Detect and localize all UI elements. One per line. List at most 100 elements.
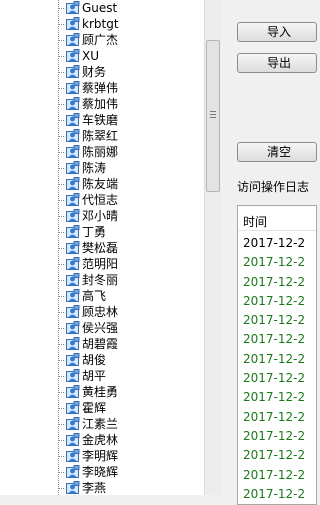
tree-item-user[interactable]: 胡俊 [0,352,204,368]
tree-item-user[interactable]: krbtgt [0,16,204,32]
tree-item-user[interactable]: 顾广杰 [0,32,204,48]
log-row[interactable]: 2017-12-2 [238,350,316,369]
tree-scrollbar[interactable] [204,0,221,495]
user-icon [66,81,80,95]
import-button-label: 导入 [266,25,291,39]
user-icon [66,369,80,383]
tree-item-user[interactable]: 侯兴强 [0,320,204,336]
log-row[interactable]: 2017-12-2 [238,408,316,427]
tree-item-user[interactable]: 高飞 [0,288,204,304]
tree-item-user[interactable]: Guest [0,0,204,16]
tree-item-user[interactable]: 胡平 [0,368,204,384]
user-icon [66,481,80,495]
log-row[interactable]: 2017-12-2 [238,466,316,485]
user-icon [66,49,80,63]
log-row[interactable]: 2017-12-2 [238,446,316,465]
tree-item-user[interactable]: 樊松磊 [0,240,204,256]
log-row[interactable]: 2017-12-2 [238,253,316,272]
tree-item-user[interactable]: 范明阳 [0,256,204,272]
log-column-header-label: 时间 [243,215,268,229]
tree-item-label: 李燕 [82,481,107,495]
tree-item-label: 江素兰 [82,417,119,431]
user-icon [66,465,80,479]
log-row[interactable]: 2017-12-2 [238,369,316,388]
import-button[interactable]: 导入 [237,22,317,42]
log-row[interactable]: 2017-12-2 [238,311,316,330]
tree-item-label: 车铁磨 [82,113,119,127]
user-icon [66,177,80,191]
tree-item-label: 代恒志 [82,193,119,207]
tree-item-user[interactable]: 蔡弹伟 [0,80,204,96]
user-icon [66,385,80,399]
user-icon [66,33,80,47]
tree-item-user[interactable]: 丁勇 [0,224,204,240]
clear-button-label: 清空 [266,145,291,159]
user-icon [66,1,80,15]
log-row[interactable]: 2017-12-2 [238,330,316,349]
tree-item-label: 顾忠林 [82,305,119,319]
tree-item-user[interactable]: 封冬丽 [0,272,204,288]
tree-line [59,456,65,457]
tree-item-label: 陈翠红 [82,129,119,143]
user-icon [66,17,80,31]
tree-item-label: 封冬丽 [82,273,119,287]
tree-item-user[interactable]: 车铁磨 [0,112,204,128]
log-row[interactable]: 2017-12-2 [238,427,316,446]
log-row[interactable]: 2017-12-2 [238,292,316,311]
tree-item-user[interactable]: 陈翠红 [0,128,204,144]
log-row[interactable]: 2017-12-2 [238,388,316,407]
tree-line [59,56,65,57]
tree-item-user[interactable]: 邓小晴 [0,208,204,224]
tree-item-user[interactable]: 李燕 [0,480,204,495]
tree-line [59,88,65,89]
tree-line [59,232,65,233]
tree-item-user[interactable]: 黄桂勇 [0,384,204,400]
user-icon [66,65,80,79]
tree-item-user[interactable]: 财务 [0,64,204,80]
tree-line [59,104,65,105]
tree-item-label: 范明阳 [82,257,119,271]
clear-button[interactable]: 清空 [237,142,317,162]
tree-item-user[interactable]: 陈涛 [0,160,204,176]
user-icon [66,97,80,111]
export-button-label: 导出 [266,56,291,70]
log-rows: 2017-12-2 2017-12-2 2017-12-2 2017-12-2 2017… [238,234,316,504]
log-column-header-time[interactable]: 时间 [238,206,316,231]
tree-line [59,8,65,9]
tree-item-label: 陈丽娜 [82,145,119,159]
tree-item-user[interactable]: 顾忠林 [0,304,204,320]
tree-line [59,280,65,281]
tree-item-user[interactable]: 江素兰 [0,416,204,432]
tree-line [59,200,65,201]
user-icon [66,209,80,223]
user-tree-panel: Guest krbtgt 顾广杰 XU 财务 蔡弹伟 蔡加伟 车铁磨陈翠红陈丽娜 陈涛 陈友端 代恒… [0,0,204,495]
access-log-table[interactable]: 时间 2017-12-2 2017-12-2 2017-12-2 2017-12-2 2… [237,205,317,505]
tree-item-user[interactable]: 李晓辉 [0,464,204,480]
user-icon [66,257,80,271]
tree-item-user[interactable]: 金虎林 [0,432,204,448]
tree-line [59,312,65,313]
tree-item-user[interactable]: 代恒志 [0,192,204,208]
tree-item-user[interactable]: 霍辉 [0,400,204,416]
tree-item-user[interactable]: 蔡加伟 [0,96,204,112]
tree-item-user[interactable]: 陈友端 [0,176,204,192]
log-row[interactable]: 2017-12-2 [238,273,316,292]
tree-item-user[interactable]: 陈丽娜 [0,144,204,160]
scrollbar-thumb[interactable] [206,40,220,192]
tree-item-user[interactable]: 李明辉 [0,448,204,464]
tree-line [59,72,65,73]
tree-item-label: 丁勇 [82,225,107,239]
user-icon [66,433,80,447]
tree-item-user[interactable]: 胡碧霞 [0,336,204,352]
tree-line [59,184,65,185]
user-icon [66,321,80,335]
tree-line [59,152,65,153]
log-row[interactable]: 2017-12-2 [238,234,316,253]
tree-item-label: 金虎林 [82,433,119,447]
tree-item-label: 高飞 [82,289,107,303]
tree-item-user[interactable]: XU [0,48,204,64]
export-button[interactable]: 导出 [237,53,317,73]
tree-item-label: 财务 [82,65,107,79]
tree-item-label: 胡碧霞 [82,337,119,351]
tree-line [59,24,65,25]
